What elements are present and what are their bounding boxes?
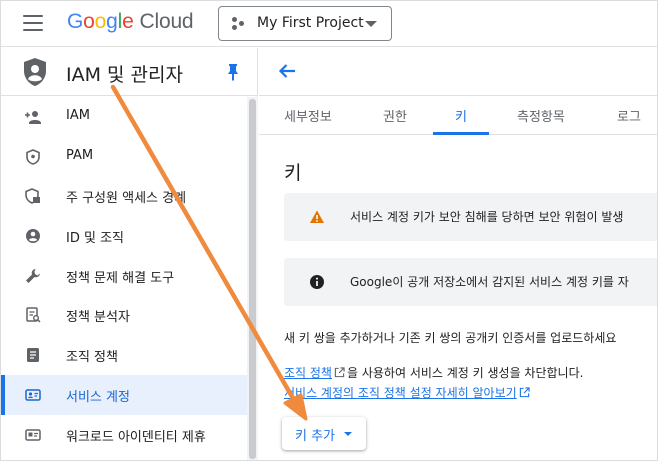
active-tab-indicator xyxy=(433,132,489,135)
policy-analyzer-icon xyxy=(26,307,41,323)
warning-banner: 서비스 계정 키가 보안 침해를 당하면 보안 위험이 발생 xyxy=(284,193,657,241)
sidebar-item-label: 서비스 계정 xyxy=(66,389,130,405)
section-title: 키 xyxy=(284,162,302,184)
back-arrow-icon[interactable] xyxy=(277,61,297,81)
iam-shield-icon xyxy=(24,58,46,86)
info-text: Google이 공개 저장소에서 감지된 서비스 계정 키를 자 xyxy=(350,275,629,289)
org-policy-line: 조직 정책 을 사용하여 서비스 계정 키 생성을 차단합니다. xyxy=(284,364,583,381)
org-policy-text: 을 사용하여 서비스 계정 키 생성을 차단합니다. xyxy=(346,366,584,380)
chevron-down-icon xyxy=(344,432,352,436)
sidebar-item-policy-analyzer[interactable]: 정책 분석자 xyxy=(1,295,247,335)
sidebar-item-label: 조직 정책 xyxy=(66,350,118,366)
id-card-icon xyxy=(25,428,41,441)
sidebar-item-label: 정책 분석자 xyxy=(66,310,130,326)
warning-icon xyxy=(310,210,324,223)
service-account-icon xyxy=(25,389,41,401)
page-header xyxy=(259,48,657,96)
sidebar-item-label: ID 및 조직 xyxy=(66,231,124,247)
sidebar-item-org-policies[interactable]: 조직 정책 xyxy=(1,335,247,375)
info-banner: Google이 공개 저장소에서 감지된 서비스 계정 키를 자 xyxy=(284,258,657,306)
google-cloud-logo[interactable]: Google Cloud xyxy=(67,10,194,34)
tab-bar: 세부정보 권한 키 측정항목 로그 xyxy=(259,97,657,135)
logo-cloud: Cloud xyxy=(139,10,194,33)
account-circle-icon xyxy=(26,229,40,244)
sidebar-item-identity-and-org[interactable]: ID 및 조직 xyxy=(1,216,247,256)
sidebar-item-workload-identity-federation[interactable]: 워크로드 아이덴티티 제휴 xyxy=(1,415,247,455)
org-policy-link[interactable]: 조직 정책 xyxy=(284,366,332,380)
shield-small-icon xyxy=(26,148,40,165)
add-key-button[interactable]: 키 추가 xyxy=(282,417,366,450)
project-selector[interactable]: My First Project xyxy=(218,6,392,41)
sidebar-item-service-accounts[interactable]: 서비스 계정 xyxy=(1,374,247,415)
sidebar: IAM 및 관리자 IAM PAM 주 구성원 액세스 경계 ID 및 조직 정… xyxy=(1,48,258,460)
info-icon xyxy=(310,275,324,289)
sidebar-item-label: PAM xyxy=(66,147,94,163)
tab-metrics[interactable]: 측정항목 xyxy=(517,106,565,125)
logo-google: Google xyxy=(67,10,134,33)
sidebar-header: IAM 및 관리자 xyxy=(1,48,258,96)
chevron-down-icon xyxy=(365,21,377,27)
sidebar-title: IAM 및 관리자 xyxy=(66,64,183,86)
sidebar-item-label: IAM xyxy=(66,108,90,123)
learn-more-line: 서비스 계정의 조직 정책 설정 자세히 알아보기 xyxy=(284,384,532,401)
learn-more-link[interactable]: 서비스 계정의 조직 정책 설정 자세히 알아보기 xyxy=(284,386,517,400)
sidebar-item-principal-access-boundary[interactable]: 주 구성원 액세스 경계 xyxy=(1,176,247,216)
sidebar-scrollbar[interactable] xyxy=(247,97,258,460)
project-dots-icon xyxy=(232,17,246,31)
wrench-icon xyxy=(26,268,40,283)
external-link-icon xyxy=(334,367,345,378)
add-key-description: 새 키 쌍을 추가하거나 기존 키 쌍의 공개키 인증서를 업로드하세요 xyxy=(284,331,617,345)
menu-icon[interactable] xyxy=(23,15,43,33)
add-person-icon xyxy=(25,111,41,124)
sidebar-nav: IAM PAM 주 구성원 액세스 경계 ID 및 조직 정책 문제 해결 도구… xyxy=(1,97,247,454)
document-icon xyxy=(27,348,39,363)
project-name: My First Project xyxy=(257,15,364,31)
scrollbar-thumb[interactable] xyxy=(249,99,256,459)
top-bar: Google Cloud My First Project xyxy=(1,1,657,47)
tab-details[interactable]: 세부정보 xyxy=(284,106,332,125)
external-link-icon xyxy=(519,387,530,398)
pin-icon[interactable] xyxy=(227,63,239,81)
sidebar-item-policy-troubleshooter[interactable]: 정책 문제 해결 도구 xyxy=(1,256,247,296)
app-window: GoogleCloud My First Project IAM 및 관리자 xyxy=(0,0,658,461)
sidebar-item-pam[interactable]: PAM xyxy=(1,137,247,177)
sidebar-item-label: 워크로드 아이덴티티 제휴 xyxy=(66,429,206,445)
tab-logs[interactable]: 로그 xyxy=(617,106,641,125)
sidebar-item-iam[interactable]: IAM xyxy=(1,97,247,137)
sidebar-item-label: 주 구성원 액세스 경계 xyxy=(66,191,187,207)
main-content: 세부정보 권한 키 측정항목 로그 키 서비스 계정 키가 보안 침해를 당하면… xyxy=(259,48,657,460)
tab-permissions[interactable]: 권한 xyxy=(383,106,407,125)
add-key-label: 키 추가 xyxy=(295,429,336,444)
tab-keys[interactable]: 키 xyxy=(455,106,467,125)
sidebar-item-label: 정책 문제 해결 도구 xyxy=(66,270,175,286)
warning-text: 서비스 계정 키가 보안 침해를 당하면 보안 위험이 발생 xyxy=(350,210,624,224)
shield-lock-icon xyxy=(25,188,40,205)
